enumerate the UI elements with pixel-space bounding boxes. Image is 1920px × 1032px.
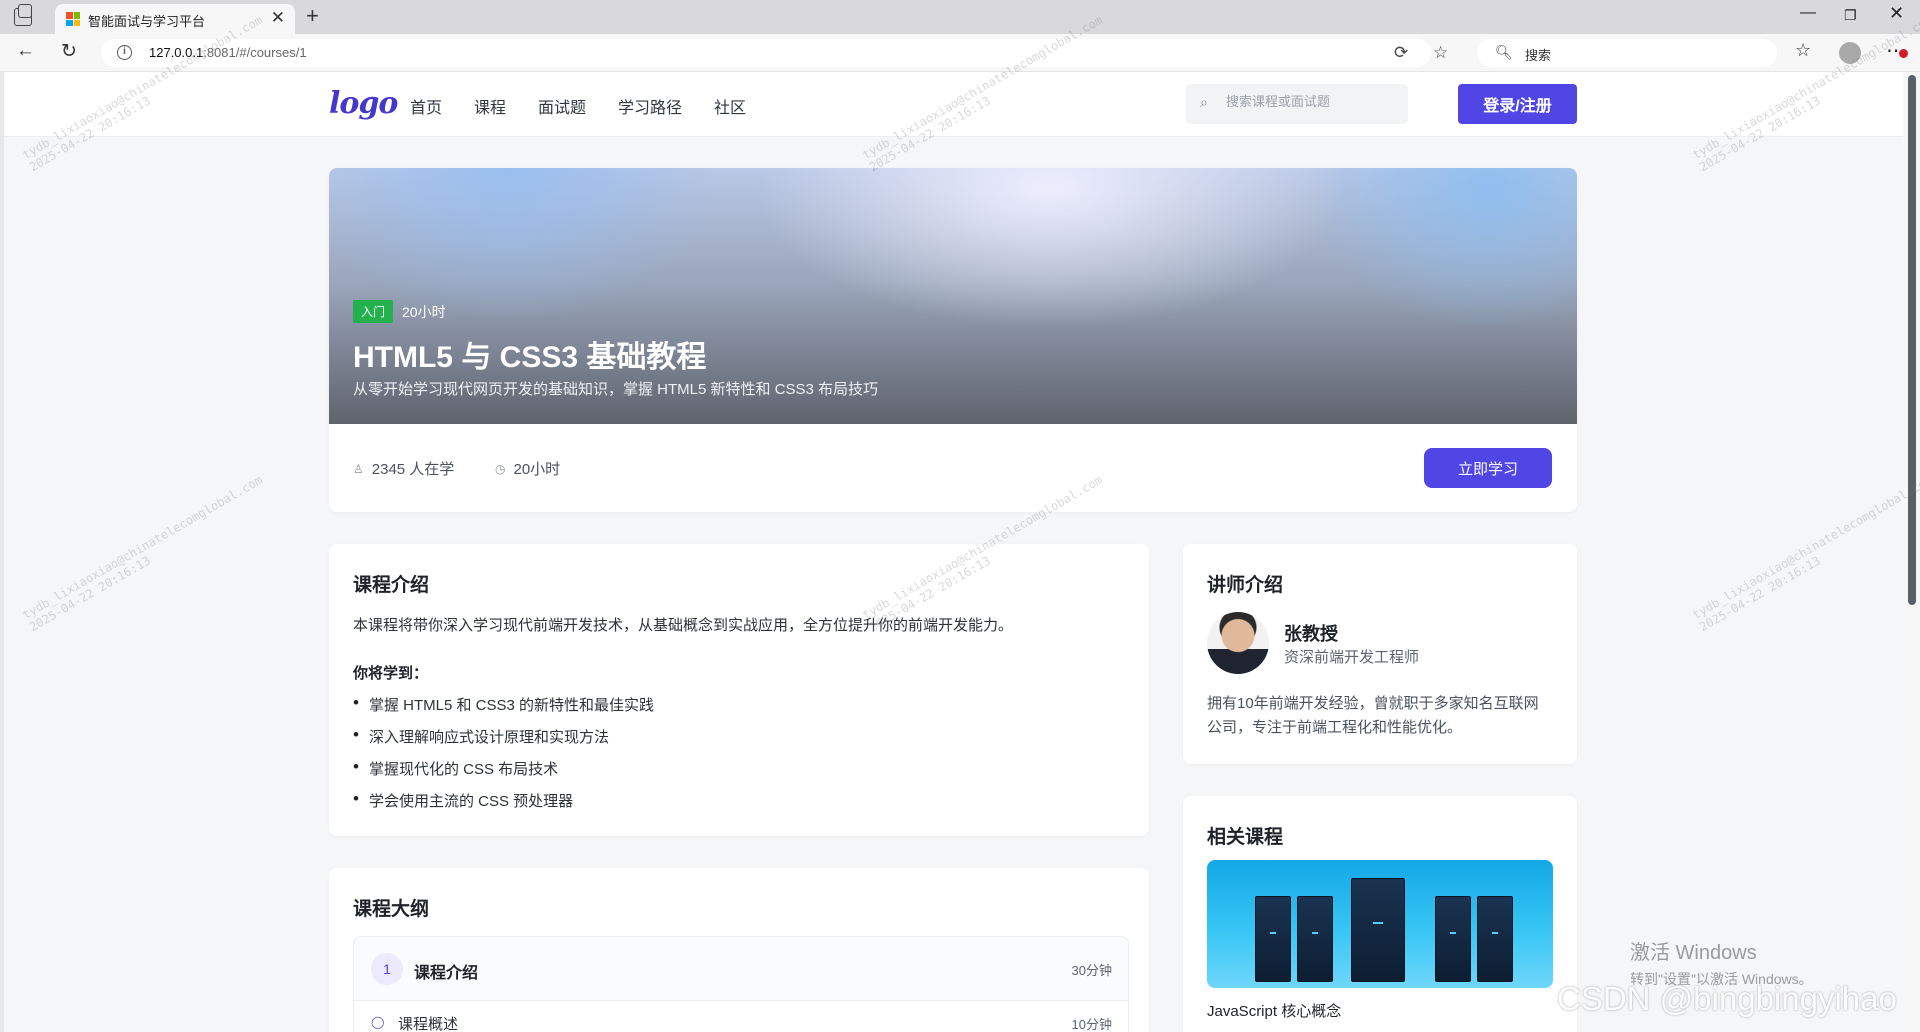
play-icon: ◯ [371, 1015, 385, 1029]
url-field[interactable]: i 127.0.0.1:8081/#/courses/1 ⟳ ☆ [101, 39, 1448, 67]
tab-title: 智能面试与学习平台 [88, 14, 206, 29]
address-bar: ← ↻ i 127.0.0.1:8081/#/courses/1 ⟳ ☆ 🔍︎ … [0, 34, 1920, 72]
site-logo[interactable]: logo [329, 86, 398, 121]
browser-search-placeholder: 搜索 [1525, 48, 1552, 63]
url-text: 127.0.0.1:8081/#/courses/1 [149, 45, 307, 60]
section-heading: 课程介绍 [353, 575, 430, 596]
login-register-button[interactable]: 登录/注册 [1458, 84, 1577, 124]
site-header: logo 首页 课程 面试题 学习路径 社区 ⌕ 登录/注册 [4, 72, 1903, 137]
section-heading: 讲师介绍 [1207, 575, 1284, 596]
hours-label: 20小时 [402, 303, 446, 320]
refresh-icon[interactable]: ↻ [61, 40, 77, 63]
students-count: ♙ 2345 人在学 [353, 461, 455, 478]
level-badge: 入门 [353, 300, 394, 323]
search-icon: 🔍︎ [1495, 44, 1513, 60]
list-item: 学会使用主流的 CSS 预处理器 [353, 789, 654, 822]
watermark: tydb_lixiaoxiao@chinatelecomglobal.com 2… [1690, 472, 1920, 635]
close-tab-icon[interactable]: ✕ [271, 8, 285, 28]
server-graphic [1255, 896, 1291, 982]
site-info-icon[interactable]: i [117, 45, 132, 60]
new-tab-icon[interactable]: + [306, 3, 319, 29]
outline-chapter[interactable]: 1 课程介绍 30分钟 [353, 936, 1129, 1000]
start-learning-button[interactable]: 立即学习 [1424, 448, 1552, 488]
nav-courses[interactable]: 课程 [474, 94, 506, 118]
site-search-input[interactable] [1226, 94, 1396, 109]
chapter-title: 课程介绍 [414, 965, 479, 982]
profile-avatar[interactable] [1839, 42, 1861, 64]
notification-badge [1899, 49, 1908, 58]
chapter-number: 1 [371, 953, 403, 985]
chapter-duration: 30分钟 [1071, 963, 1112, 978]
course-duration: ◷ 20小时 [495, 461, 561, 478]
list-item: 掌握 HTML5 和 CSS3 的新特性和最佳实践 [353, 693, 654, 726]
lesson-duration: 10分钟 [1071, 1017, 1112, 1032]
nav-home[interactable]: 首页 [410, 94, 442, 118]
list-item: 深入理解响应式设计原理和实现方法 [353, 725, 654, 758]
course-title: HTML5 与 CSS3 基础教程 [353, 341, 707, 374]
nav-learning-path[interactable]: 学习路径 [618, 94, 682, 118]
course-intro-card: 课程介绍 本课程将带你深入学习现代前端开发技术，从基础概念到实战应用，全方位提升… [329, 544, 1149, 836]
browser-tab-bar: 智能面试与学习平台 ✕ + — ❐ ✕ [0, 0, 1920, 34]
related-course-title[interactable]: JavaScript 核心概念 [1207, 1000, 1341, 1021]
intro-paragraph: 本课程将带你深入学习现代前端开发技术，从基础概念到实战应用，全方位提升你的前端开… [353, 617, 1014, 634]
server-graphic [1297, 896, 1333, 982]
teacher-card: 讲师介绍 张教授 资深前端开发工程师 拥有10年前端开发经验，曾就职于多家知名互… [1183, 544, 1577, 764]
course-hero-card: 入门 20小时 HTML5 与 CSS3 基础教程 从零开始学习现代网页开发的基… [329, 168, 1577, 512]
watermark: tydb_lixiaoxiao@chinatelecomglobal.com 2… [20, 472, 265, 635]
section-heading: 相关课程 [1207, 827, 1284, 848]
section-heading: 课程大纲 [353, 899, 430, 920]
learn-list: 掌握 HTML5 和 CSS3 的新特性和最佳实践 深入理解响应式设计原理和实现… [353, 693, 654, 822]
outline-lesson[interactable]: ◯ 课程概述 10分钟 [353, 1000, 1129, 1032]
site-search-box: ⌕ [1186, 84, 1408, 124]
restore-icon[interactable]: ❐ [1844, 7, 1857, 24]
course-banner: 入门 20小时 HTML5 与 CSS3 基础教程 从零开始学习现代网页开发的基… [329, 168, 1577, 424]
search-icon: ⌕ [1200, 94, 1208, 110]
page-edge [0, 72, 4, 1032]
back-icon[interactable]: ← [16, 40, 35, 62]
nav-interview[interactable]: 面试题 [538, 94, 586, 118]
server-graphic [1477, 896, 1513, 982]
teacher-bio: 拥有10年前端开发经验，曾就职于多家知名互联网公司，专注于前端工程化和性能优化。 [1207, 695, 1539, 736]
workspaces-icon[interactable] [14, 4, 32, 26]
related-course-thumbnail[interactable] [1207, 860, 1553, 988]
nav-community[interactable]: 社区 [714, 94, 746, 118]
more-menu-icon[interactable]: ⋯ [1886, 38, 1908, 63]
close-window-icon[interactable]: ✕ [1889, 3, 1904, 24]
related-courses-card: 相关课程 JavaScript 核心概念 [1183, 796, 1577, 1032]
server-graphic [1351, 878, 1405, 982]
course-subtitle: 从零开始学习现代网页开发的基础知识，掌握 HTML5 新特性和 CSS3 布局技… [353, 381, 879, 398]
browser-tab[interactable]: 智能面试与学习平台 ✕ [55, 4, 295, 34]
page-scrollbar[interactable] [1903, 72, 1920, 1032]
server-graphic [1435, 896, 1471, 982]
favorites-icon[interactable]: ☆ [1795, 40, 1811, 61]
lesson-title: 课程概述 [398, 1016, 459, 1032]
teacher-title: 资深前端开发工程师 [1284, 649, 1420, 666]
course-outline-card: 课程大纲 1 课程介绍 30分钟 ◯ 课程概述 10分钟 [329, 868, 1149, 1032]
learn-heading: 你将学到： [353, 665, 429, 682]
scrollbar-thumb[interactable] [1908, 75, 1916, 605]
teacher-avatar [1207, 612, 1269, 674]
browser-search-box[interactable]: 🔍︎ 搜索 [1477, 39, 1777, 67]
site-favicon-icon [66, 12, 80, 26]
list-item: 掌握现代化的 CSS 布局技术 [353, 757, 654, 790]
teacher-name: 张教授 [1284, 624, 1338, 644]
csdn-watermark: CSDN @bingbingyihao [1557, 980, 1897, 1017]
edge-icon[interactable]: ⟳ [1394, 43, 1408, 63]
minimize-icon[interactable]: — [1800, 4, 1816, 22]
user-icon: ♙ [353, 461, 364, 476]
clock-icon: ◷ [495, 461, 506, 476]
favorite-star-icon[interactable]: ☆ [1433, 43, 1448, 63]
